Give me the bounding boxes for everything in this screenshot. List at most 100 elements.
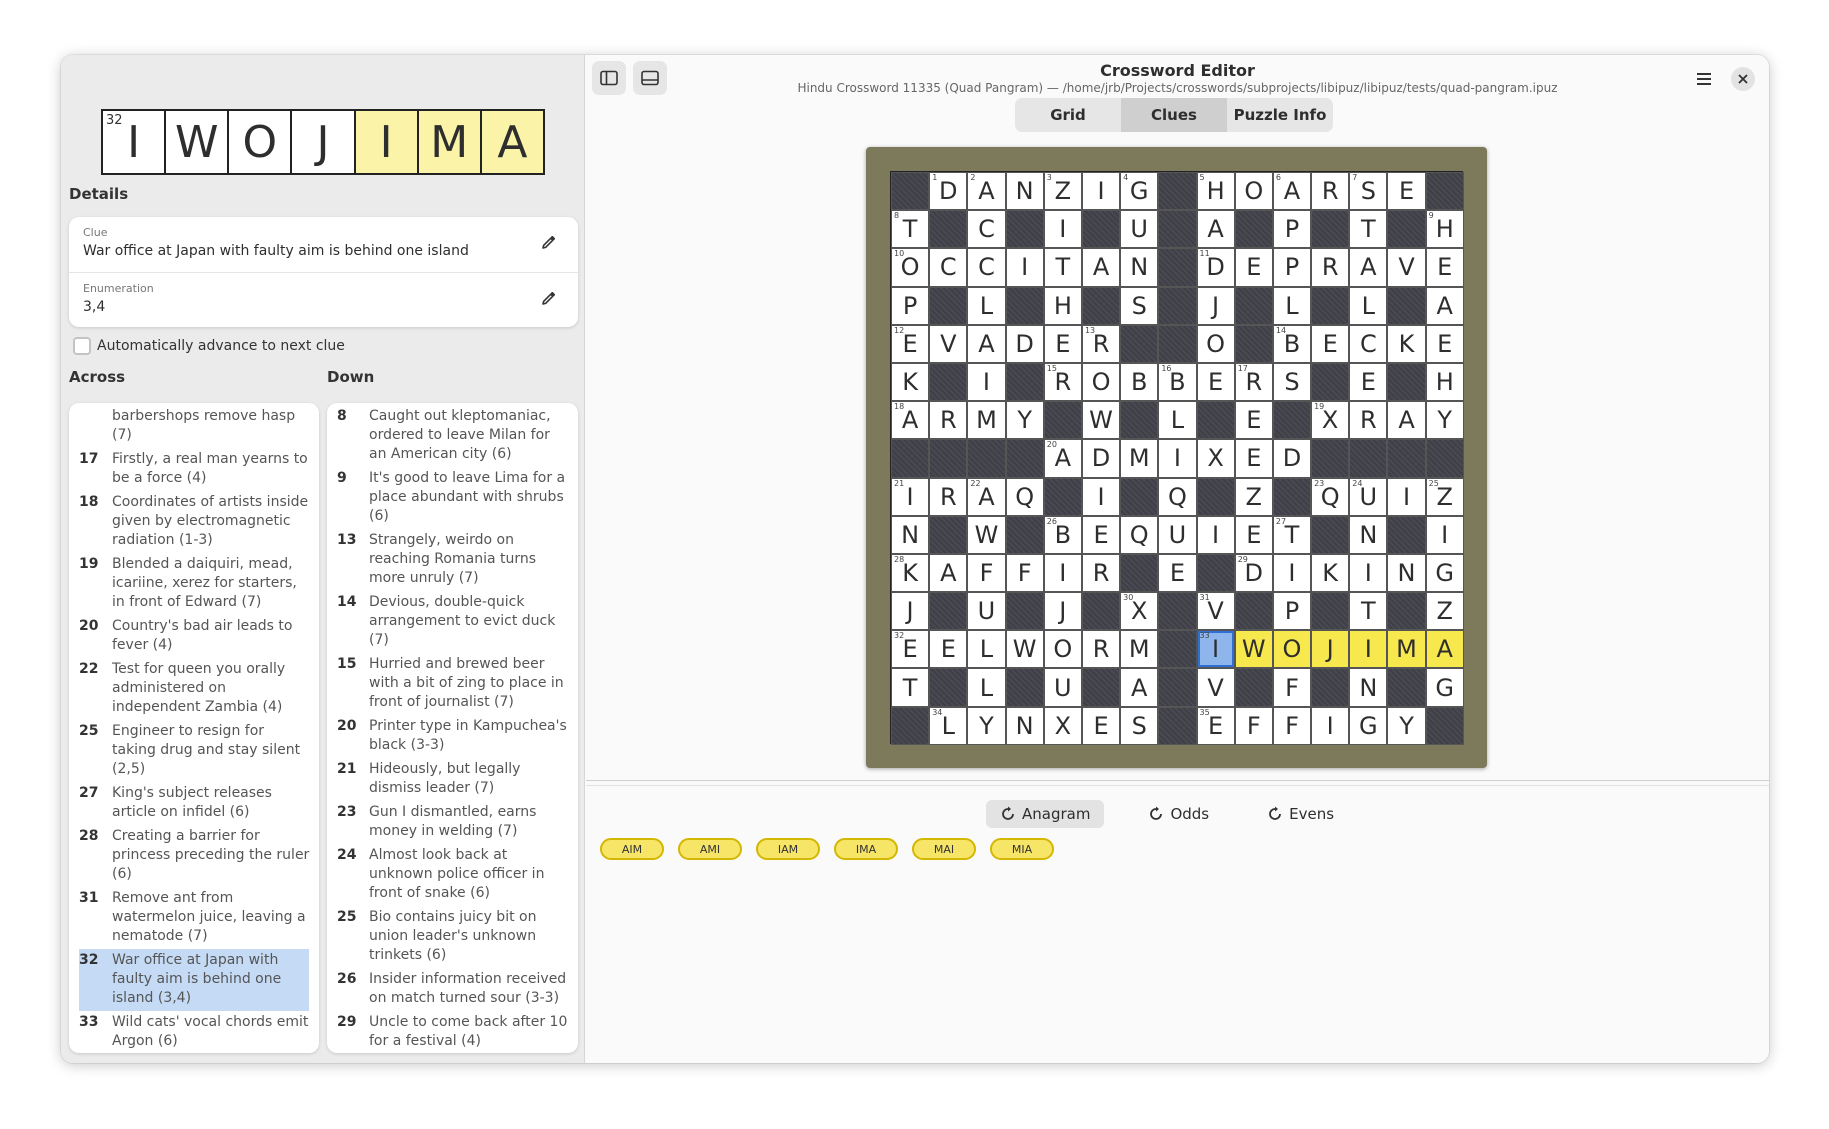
- across-clue-item[interactable]: 28 Creating a barrier for princess preced…: [69, 825, 319, 887]
- grid-block[interactable]: [1387, 286, 1426, 325]
- across-clue-item[interactable]: 33 Wild cats' vocal chords emit Argon (6): [69, 1011, 319, 1053]
- grid-cell[interactable]: A: [967, 324, 1006, 363]
- grid-block[interactable]: [929, 668, 968, 707]
- grid-block[interactable]: [1081, 210, 1121, 249]
- grid-cell[interactable]: V: [1387, 248, 1426, 287]
- grid-block[interactable]: [1387, 362, 1426, 402]
- grid-cell[interactable]: Z: [1425, 592, 1464, 631]
- down-clue-item[interactable]: 24 Almost look back at unknown police off…: [327, 844, 578, 906]
- grid-cell[interactable]: X: [1043, 706, 1082, 745]
- grid-cell[interactable]: I: [1349, 630, 1388, 669]
- grid-cell[interactable]: T: [1043, 248, 1082, 287]
- grid-block[interactable]: [929, 515, 968, 554]
- grid-cell[interactable]: A: [1120, 668, 1159, 707]
- grid-cell[interactable]: 14 B: [1272, 324, 1312, 363]
- grid-cell[interactable]: F: [1272, 668, 1312, 707]
- grid-block[interactable]: [929, 210, 968, 249]
- grid-cell[interactable]: N: [1387, 553, 1426, 593]
- across-clue-item[interactable]: 22 Test for queen you orally administered…: [69, 658, 319, 720]
- down-clue-item[interactable]: 23 Gun I dismantled, earns money in weldi…: [327, 801, 578, 844]
- grid-block[interactable]: [1234, 592, 1273, 631]
- grid-cell[interactable]: E: [1081, 706, 1121, 745]
- grid-cell[interactable]: K: [1311, 553, 1350, 593]
- grid-cell[interactable]: Y: [1387, 706, 1426, 745]
- grid-cell[interactable]: L: [1272, 286, 1312, 325]
- grid-block[interactable]: [929, 362, 968, 402]
- across-clue-list[interactable]: barbershops remove hasp (7) 17 Firstly, a …: [69, 403, 319, 1053]
- tab-odds[interactable]: Odds: [1134, 800, 1223, 828]
- grid-cell[interactable]: I: [1005, 248, 1044, 287]
- grid-cell[interactable]: 30 X: [1120, 592, 1159, 631]
- grid-block[interactable]: [1081, 668, 1121, 707]
- grid-cell[interactable]: I: [1158, 439, 1197, 478]
- grid-block[interactable]: [1081, 592, 1121, 631]
- grid-cell[interactable]: C: [1349, 324, 1388, 363]
- grid-cell[interactable]: I: [1081, 477, 1121, 516]
- grid-cell[interactable]: P: [1272, 210, 1312, 249]
- grid-cell[interactable]: 4G: [1120, 172, 1159, 211]
- grid-block[interactable]: [929, 592, 968, 631]
- grid-cell[interactable]: E: [1234, 515, 1273, 554]
- grid-cell[interactable]: E: [1425, 324, 1464, 363]
- grid-cell[interactable]: 19 X: [1311, 401, 1350, 440]
- grid-cell[interactable]: E: [1311, 324, 1350, 363]
- grid-cell[interactable]: E: [1043, 324, 1082, 363]
- grid-cell[interactable]: 26 B: [1043, 515, 1082, 554]
- grid-cell[interactable]: C: [967, 210, 1006, 249]
- grid-block[interactable]: [1311, 286, 1350, 325]
- grid-block[interactable]: [1234, 668, 1273, 707]
- down-clue-list[interactable]: 8 Caught out kleptomaniac, ordered to lea…: [327, 403, 578, 1053]
- grid-block[interactable]: [1158, 248, 1197, 287]
- grid-block[interactable]: [1311, 515, 1350, 554]
- grid-cell[interactable]: 25 Z: [1425, 477, 1464, 516]
- grid-cell[interactable]: T: [1349, 210, 1388, 249]
- grid-cell[interactable]: R: [1349, 401, 1388, 440]
- grid-cell[interactable]: F: [1272, 706, 1312, 745]
- grid-cell[interactable]: J: [1196, 286, 1235, 325]
- grid-block[interactable]: [1425, 172, 1464, 211]
- grid-cell[interactable]: N: [1005, 172, 1044, 211]
- grid-cell[interactable]: K: [891, 362, 930, 402]
- grid-block[interactable]: [1196, 401, 1235, 440]
- grid-cell[interactable]: I: [1311, 706, 1350, 745]
- grid-cell[interactable]: A: [1387, 401, 1426, 440]
- grid-block[interactable]: [1311, 210, 1350, 249]
- down-clue-item[interactable]: 13 Strangely, weirdo on reaching Romania …: [327, 529, 578, 591]
- grid-cell[interactable]: S: [1120, 706, 1159, 745]
- grid-cell[interactable]: S: [1272, 362, 1312, 402]
- grid-cell[interactable]: 16 B: [1158, 362, 1197, 402]
- grid-cell[interactable]: T: [891, 668, 930, 707]
- across-clue-item[interactable]: 18 Coordinates of artists inside given by…: [69, 491, 319, 553]
- grid-cell[interactable]: R: [1311, 248, 1350, 287]
- grid-block[interactable]: [891, 439, 930, 478]
- grid-cell[interactable]: A: [1196, 210, 1235, 249]
- grid-cell[interactable]: D: [1005, 324, 1044, 363]
- grid-cell[interactable]: E: [1196, 362, 1235, 402]
- grid-cell[interactable]: 31 V: [1196, 592, 1235, 631]
- grid-block[interactable]: [1005, 668, 1044, 707]
- grid-cell[interactable]: M: [1120, 439, 1159, 478]
- grid-block[interactable]: [1158, 630, 1197, 669]
- down-clue-item[interactable]: 14 Devious, double-quick arrangement to e…: [327, 591, 578, 653]
- grid-block[interactable]: [1234, 324, 1273, 363]
- grid-block[interactable]: [1311, 362, 1350, 402]
- grid-block[interactable]: [1043, 477, 1082, 516]
- grid-block[interactable]: [1120, 401, 1159, 440]
- down-clue-item[interactable]: 25 Bio contains juicy bit on union leader…: [327, 906, 578, 968]
- grid-cell[interactable]: L: [967, 630, 1006, 669]
- grid-cell[interactable]: L: [967, 668, 1006, 707]
- grid-block[interactable]: [1005, 515, 1044, 554]
- across-clue-item[interactable]: barbershops remove hasp (7): [69, 405, 319, 448]
- down-clue-item[interactable]: 20 Printer type in Kampuchea's black (3-3…: [327, 715, 578, 758]
- grid-cell[interactable]: X: [1196, 439, 1235, 478]
- grid-cell[interactable]: 24 U: [1349, 477, 1388, 516]
- close-button[interactable]: [1731, 67, 1755, 91]
- grid-cell[interactable]: H: [1425, 362, 1464, 402]
- grid-cell[interactable]: H: [1043, 286, 1082, 325]
- grid-cell[interactable]: Y: [967, 706, 1006, 745]
- grid-cell[interactable]: R: [929, 401, 968, 440]
- down-clue-item[interactable]: 9 It's good to leave Lima for a place abu…: [327, 467, 578, 529]
- across-clue-item[interactable]: 25 Engineer to resign for taking drug and…: [69, 720, 319, 782]
- auto-advance-checkbox[interactable]: [73, 337, 91, 355]
- anagram-chip[interactable]: MAI: [912, 838, 976, 860]
